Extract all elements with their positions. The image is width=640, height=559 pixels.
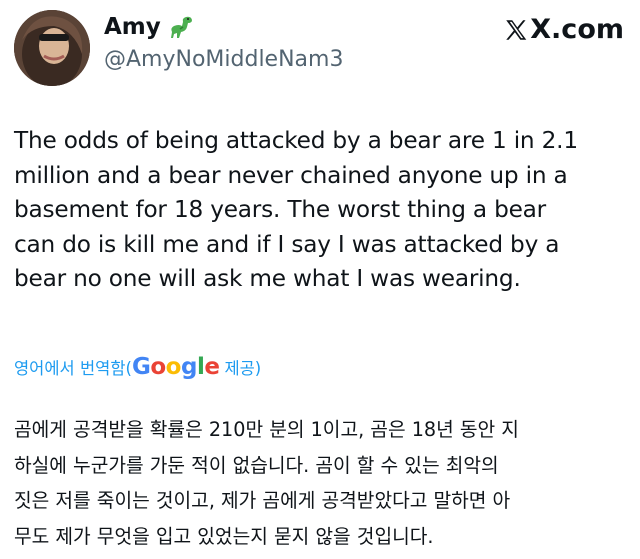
tweet-header: Amy @AmyNoMiddleNam3 X.com xyxy=(0,0,640,100)
tweet-line: bear no one will ask me what I was weari… xyxy=(14,265,521,293)
translation-line: 무도 제가 무엇을 입고 있었는지 묻지 않을 것입니다. xyxy=(14,524,434,548)
author-name-row: Amy xyxy=(104,14,195,40)
x-logo-icon xyxy=(506,19,527,40)
author-handle[interactable]: @AmyNoMiddleNam3 xyxy=(104,47,343,72)
author-name[interactable]: Amy xyxy=(104,14,161,40)
tweet-line: The odds of being attacked by a bear are… xyxy=(14,127,578,154)
translated-text: 곰에게 공격받을 확률은 210만 분의 1이고, 곰은 18년 동안 지 하실… xyxy=(14,412,634,554)
brand-text: X.com xyxy=(530,14,624,45)
translated-suffix: 제공) xyxy=(224,359,262,378)
source-brand: X.com xyxy=(503,14,624,45)
tweet-line: million and a bear never chained anyone … xyxy=(14,161,568,189)
tweet-text: The odds of being attacked by a bear are… xyxy=(14,124,630,297)
google-logo: Google xyxy=(131,354,220,380)
translation-line: 짓은 저를 죽이는 것이고, 제가 곰에게 공격받았다고 말하면 아 xyxy=(14,489,511,513)
translated-prefix: 영어에서 번역함( xyxy=(14,359,132,378)
translation-line: 곰에게 공격받을 확률은 210만 분의 1이고, 곰은 18년 동안 지 xyxy=(14,418,519,441)
translated-by-link[interactable]: 영어에서 번역함( Google 제공) xyxy=(14,354,261,380)
tweet-line: can do is kill me and if I say I was att… xyxy=(14,230,560,258)
translation-line: 하실에 누군가를 가둔 적이 없습니다. 곰이 할 수 있는 최악의 xyxy=(14,453,499,477)
dinosaur-icon xyxy=(170,16,192,38)
avatar[interactable] xyxy=(14,10,90,86)
tweet-line: basement for 18 years. The worst thing a… xyxy=(14,196,547,224)
